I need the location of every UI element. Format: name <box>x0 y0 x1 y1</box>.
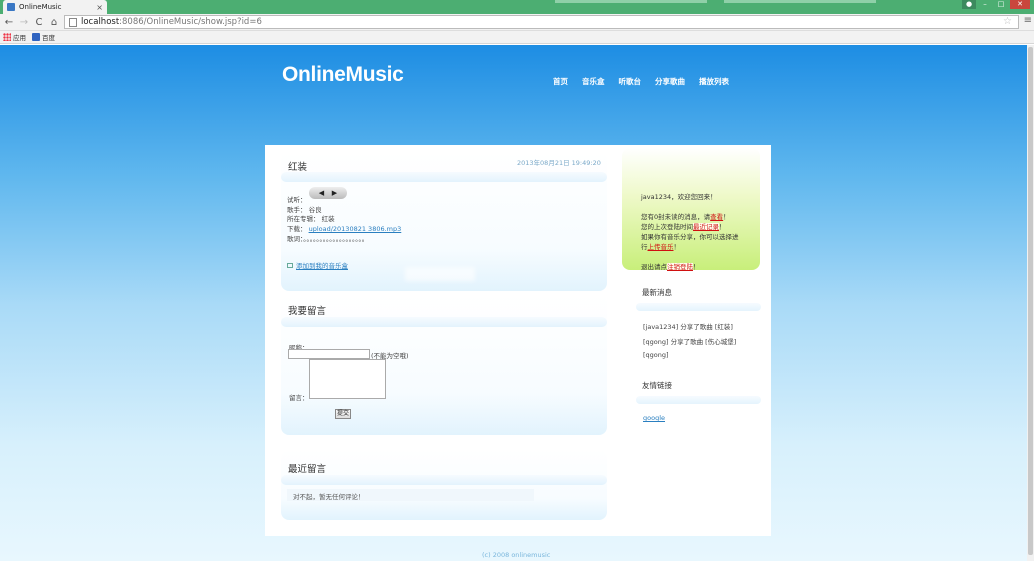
nickname-input[interactable] <box>288 349 370 359</box>
last-login-line: 您的上次登陆时间最近记录！ <box>641 223 726 231</box>
section-divider <box>636 396 761 404</box>
maximize-icon[interactable]: □ <box>994 0 1008 9</box>
view-messages-link[interactable]: 查看 <box>710 213 723 221</box>
section-divider <box>636 303 761 311</box>
news-list: [java1234] 分享了歌曲 [红装] [qgong] 分享了歌曲 [伤心城… <box>643 321 736 366</box>
url-path: :8086/OnlineMusic/show.jsp?id=6 <box>119 17 262 27</box>
page-icon <box>69 17 77 27</box>
album-name: 红装 <box>321 215 335 223</box>
comment-form-title: 我要留言 <box>288 306 327 317</box>
news-item[interactable]: [qgong] <box>643 351 736 366</box>
user-profile-icon[interactable]: ● <box>962 0 976 9</box>
tab-strip-highlight <box>555 0 707 3</box>
latest-panel <box>281 450 607 520</box>
download-row: 下载： upload/20130821 3806.mp3 <box>287 225 402 233</box>
sidebar: java1234，欢迎您回来！ 您有0封未读的消息，请查看！ 您的上次登陆时间最… <box>621 145 771 536</box>
news-item[interactable]: [java1234] 分享了歌曲 [红装] <box>643 321 736 336</box>
audio-player[interactable]: ◀ ▶ <box>309 187 347 199</box>
section-divider <box>281 172 607 182</box>
links-title: 友情链接 <box>642 381 672 390</box>
section-divider <box>281 317 607 327</box>
window-controls: ● – □ ✕ <box>962 0 1030 9</box>
message-label: 留言： <box>289 394 309 402</box>
lyrics-text: 。。。。。。。。。。。。。。。。。。。 <box>303 235 369 243</box>
last-login-link[interactable]: 最近记录 <box>693 223 719 231</box>
add-to-playlist-link[interactable]: 添加到我的音乐盒 <box>296 262 348 270</box>
forward-icon[interactable]: → <box>18 17 30 28</box>
nav-music-box[interactable]: 音乐盒 <box>582 76 605 87</box>
apps-grid-icon <box>3 33 11 41</box>
nav-share[interactable]: 分享歌曲 <box>655 76 685 87</box>
site-logo[interactable]: OnlineMusic <box>282 63 404 87</box>
close-window-icon[interactable]: ✕ <box>1010 0 1030 9</box>
browser-titlebar: OnlineMusic × ● – □ ✕ <box>0 0 1034 14</box>
upload-line: 行上传音乐！ <box>641 243 680 251</box>
browser-toolbar: ← → C ⌂ localhost :8086/OnlineMusic/show… <box>0 14 1034 31</box>
logout-link[interactable]: 注销登陆 <box>667 263 693 271</box>
bookmark-baidu[interactable]: 百度 <box>32 32 55 42</box>
latest-title: 最近留言 <box>288 464 327 475</box>
share-line: 如果你有音乐分享，你可以选择进 <box>641 233 739 241</box>
welcome-line: java1234，欢迎您回来！ <box>641 193 717 201</box>
url-host: localhost <box>81 17 120 27</box>
friend-link-google[interactable]: google <box>643 414 665 429</box>
tab-strip-highlight <box>724 0 876 3</box>
album-row: 所在专辑： 红装 <box>287 215 335 223</box>
nav-playlist[interactable]: 播放列表 <box>699 76 729 87</box>
song-title: 红装 <box>288 162 308 173</box>
download-link[interactable]: upload/20130821 3806.mp3 <box>309 225 402 233</box>
section-divider <box>281 475 607 485</box>
logout-line: 退出请点注销登陆！ <box>641 263 700 271</box>
audition-label: 试听： <box>287 196 307 204</box>
bookmark-star-icon[interactable]: ☆ <box>1003 16 1012 27</box>
content-wrapper: 红装 2013年08月21日 19:49:20 ◀ ▶ 试听： 歌手： 谷良 所… <box>265 145 771 536</box>
scrollbar-thumb[interactable] <box>1028 47 1033 555</box>
friend-links: google <box>643 414 665 429</box>
play-icon[interactable]: ▶ <box>332 189 337 197</box>
latest-empty-text: 对不起，暂无任何评论！ <box>287 489 534 501</box>
folder-icon <box>287 263 293 268</box>
bookmark-apps[interactable]: 应用 <box>3 32 26 42</box>
footer-copyright: (c) 2008 onlinemusic <box>482 551 551 559</box>
minimize-icon[interactable]: – <box>978 0 992 9</box>
bookmark-label: 应用 <box>13 34 26 42</box>
prev-icon[interactable]: ◀ <box>319 189 324 197</box>
bookmark-label: 百度 <box>42 34 55 42</box>
upload-music-link[interactable]: 上传音乐 <box>648 243 674 251</box>
song-date: 2013年08月21日 19:49:20 <box>517 159 601 167</box>
home-icon[interactable]: ⌂ <box>48 17 60 28</box>
address-bar[interactable]: localhost :8086/OnlineMusic/show.jsp?id=… <box>64 15 1019 29</box>
baidu-icon <box>32 33 40 41</box>
tab-close-icon[interactable]: × <box>96 3 103 12</box>
news-title: 最新消息 <box>642 288 672 297</box>
main-column: 红装 2013年08月21日 19:49:20 ◀ ▶ 试听： 歌手： 谷良 所… <box>265 145 621 536</box>
back-icon[interactable]: ← <box>3 17 15 28</box>
unread-line: 您有0封未读的消息，请查看！ <box>641 213 730 221</box>
browser-tab[interactable]: OnlineMusic × <box>3 0 107 14</box>
nav-listen[interactable]: 听歌台 <box>619 76 642 87</box>
nav-home[interactable]: 首页 <box>553 76 568 87</box>
site-nav: 首页 音乐盒 听歌台 分享歌曲 播放列表 <box>553 76 729 87</box>
page-favicon-icon <box>7 3 15 11</box>
message-textarea[interactable] <box>309 359 386 399</box>
add-playlist-row: 添加到我的音乐盒 <box>287 260 348 270</box>
tab-title: OnlineMusic <box>19 3 62 11</box>
bookmarks-bar: 应用 百度 <box>0 31 1034 44</box>
page-scrollbar[interactable] <box>1027 45 1034 561</box>
lyrics-row: 歌词：。。。。。。。。。。。。。。。。。。。 <box>287 235 369 243</box>
news-item[interactable]: [qgong] 分享了歌曲 [伤心城堡] <box>643 336 736 351</box>
blur-artifact <box>405 267 475 281</box>
welcome-box: java1234，欢迎您回来！ 您有0封未读的消息，请查看！ 您的上次登陆时间最… <box>622 148 760 271</box>
submit-button[interactable]: 提交 <box>335 409 351 419</box>
reload-icon[interactable]: C <box>33 17 45 28</box>
browser-menu-icon[interactable]: ≡ <box>1024 15 1032 26</box>
